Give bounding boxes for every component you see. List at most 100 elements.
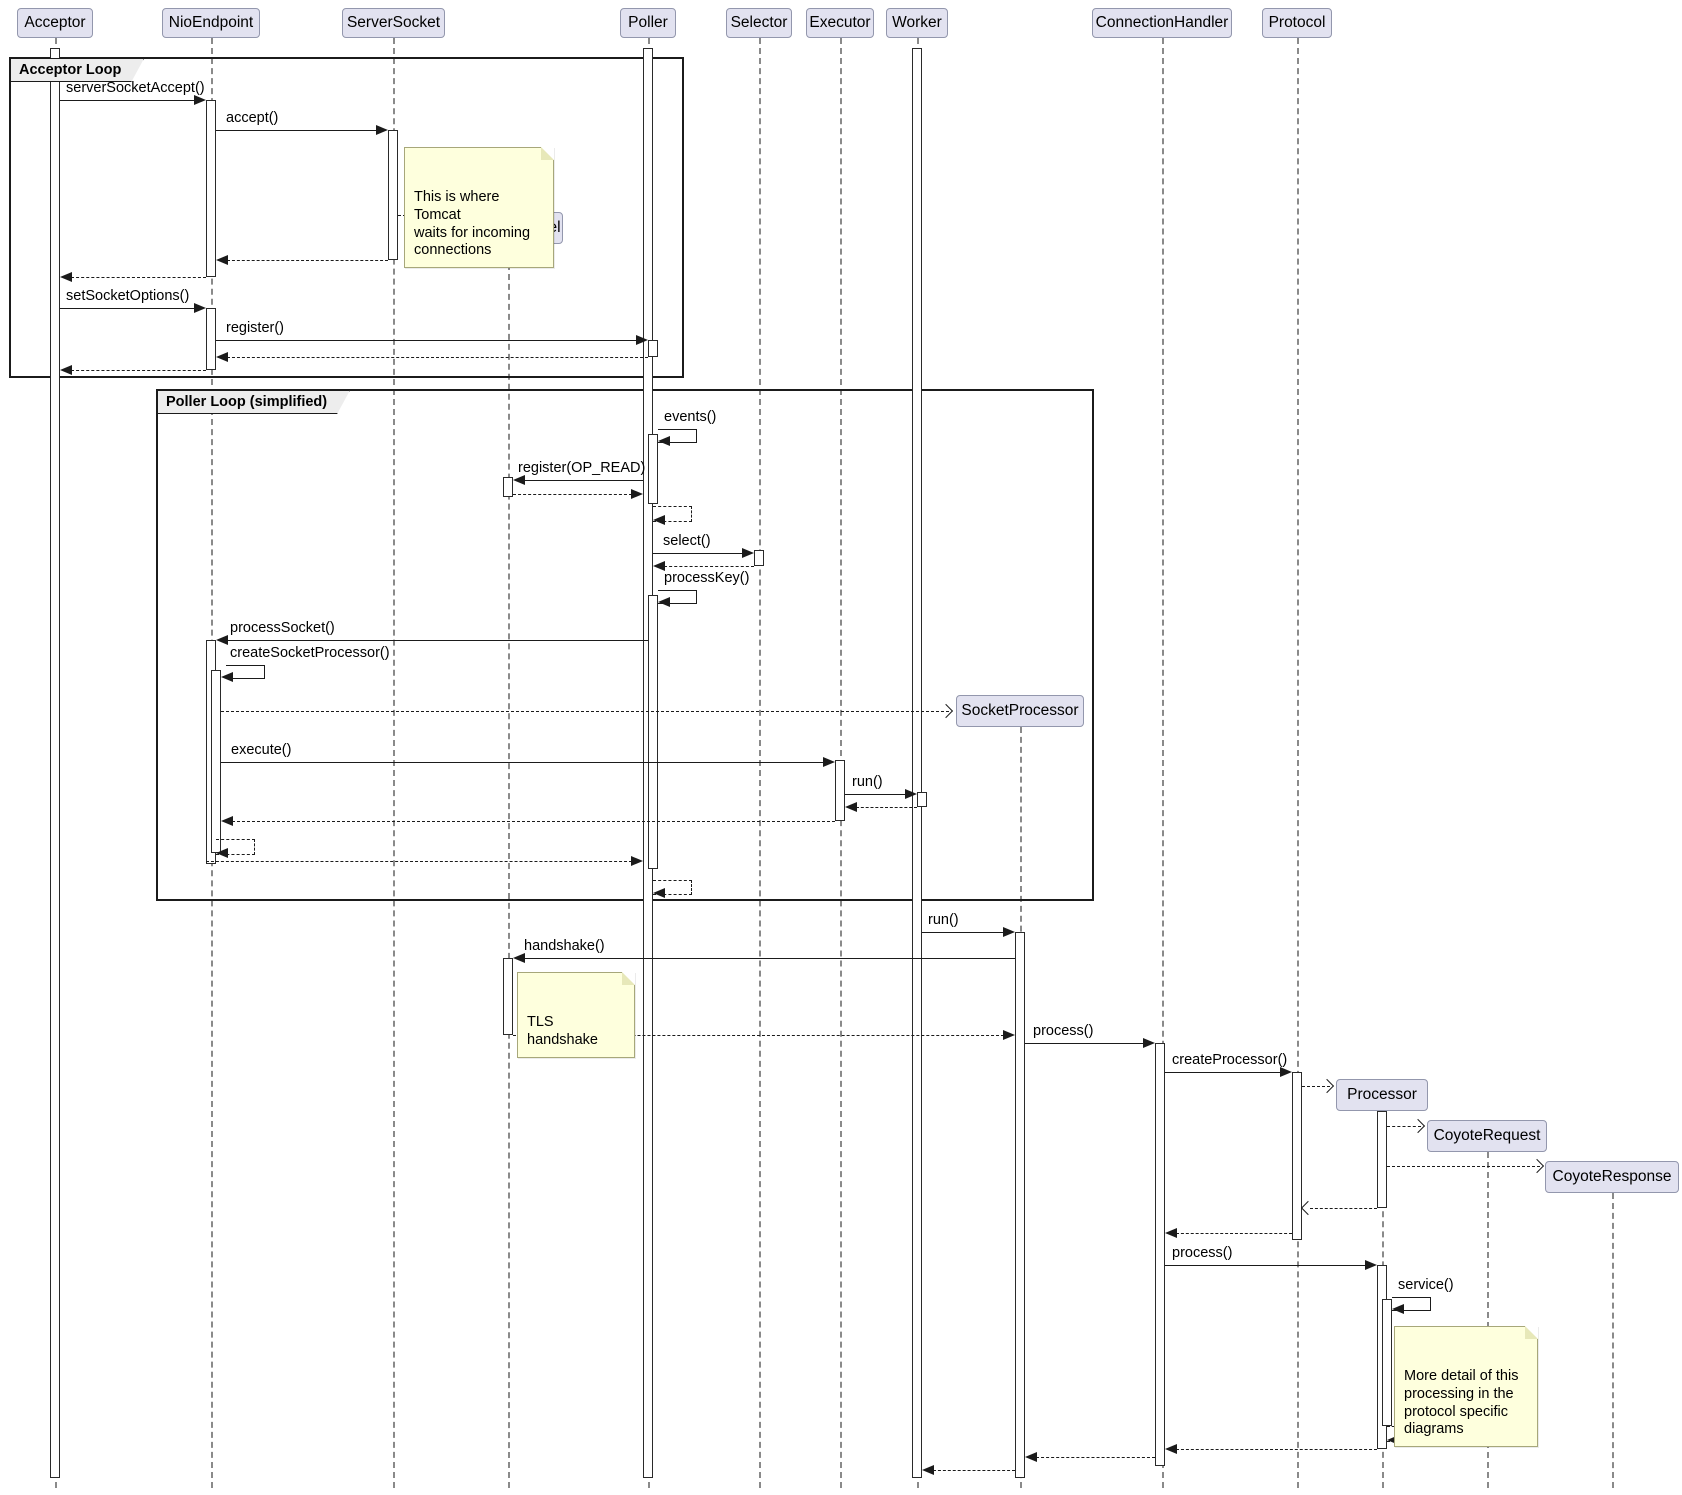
arrowhead <box>636 335 648 345</box>
note-text: More detail of this processing in the pr… <box>1404 1368 1518 1437</box>
note-tls-handshake: TLS handshake <box>517 972 635 1058</box>
arrowhead <box>513 475 525 485</box>
arrowhead <box>922 1465 934 1475</box>
arrow-processsocket <box>227 640 648 641</box>
frame-acceptor-loop-title: Acceptor Loop <box>10 58 144 82</box>
participant-serversocket: ServerSocket <box>342 8 445 38</box>
arrowhead <box>1143 1038 1155 1048</box>
arrowhead <box>194 303 206 313</box>
return-poller-nioendpoint <box>227 357 648 358</box>
arrowhead <box>631 489 643 499</box>
message-label: process() <box>1033 1023 1093 1039</box>
arrowhead-open <box>1411 1119 1425 1133</box>
object-processor: Processor <box>1336 1079 1428 1111</box>
arrowhead <box>60 365 72 375</box>
arrowhead <box>823 757 835 767</box>
participant-executor: Executor <box>806 8 874 38</box>
activation-poller-processkey <box>648 595 658 869</box>
message-label: execute() <box>231 742 291 758</box>
message-label: handshake() <box>524 938 605 954</box>
activation-connectionhandler <box>1155 1043 1165 1466</box>
return-processor-connectionhandler <box>1176 1449 1377 1450</box>
arrowhead <box>905 789 917 799</box>
arrow-execute <box>221 762 824 763</box>
arrowhead <box>1165 1228 1177 1238</box>
arrow-run-worker <box>845 794 906 795</box>
arrowhead <box>1003 1030 1015 1040</box>
arrowhead <box>1280 1067 1292 1077</box>
frame-acceptor-loop <box>9 57 684 378</box>
arrowhead <box>631 856 643 866</box>
return-socketprocessor-worker <box>933 1470 1015 1471</box>
arrow-handshake <box>524 958 1015 959</box>
arrow-setsocketoptions <box>60 308 195 309</box>
message-label: accept() <box>226 110 278 126</box>
message-label: setSocketOptions() <box>66 288 189 304</box>
return-nioendpoint-acceptor-2 <box>71 370 206 371</box>
activation-poller-events <box>648 434 658 504</box>
arrowhead <box>221 672 233 682</box>
lifeline-coyoteresponse <box>1612 1193 1614 1488</box>
activation-nioendpoint-accept <box>206 100 216 277</box>
note-fold-corner <box>622 972 635 985</box>
note-tomcat-waits: This is where Tomcat waits for incoming … <box>404 147 554 268</box>
arrowhead <box>845 802 857 812</box>
activation-worker-run <box>917 792 927 807</box>
arrow-create-coyoteresponse <box>1387 1166 1540 1167</box>
message-label: run() <box>928 912 959 928</box>
arrow-accept <box>216 130 377 131</box>
activation-serversocket <box>388 130 398 260</box>
return-executor-nioendpoint <box>232 821 835 822</box>
participant-worker: Worker <box>886 8 948 38</box>
arrowhead <box>221 816 233 826</box>
activation-processor-create <box>1377 1111 1387 1208</box>
frame-poller-loop-title: Poller Loop (simplified) <box>157 390 350 414</box>
message-label: register() <box>226 320 284 336</box>
activation-selector <box>754 550 764 566</box>
return-nioendpoint-poller <box>206 861 632 862</box>
activation-processor-service <box>1382 1299 1392 1426</box>
message-label: serverSocketAccept() <box>66 80 205 96</box>
activation-socketprocessor <box>1015 932 1025 1478</box>
lifeline-protocol <box>1297 38 1299 1488</box>
participant-acceptor: Acceptor <box>17 8 93 38</box>
message-label: createProcessor() <box>1172 1052 1287 1068</box>
activation-poller-register <box>648 340 658 357</box>
message-label: createSocketProcessor() <box>230 645 390 661</box>
activation-acceptor <box>50 48 60 1478</box>
message-label: process() <box>1172 1245 1232 1261</box>
participant-nioendpoint: NioEndpoint <box>162 8 260 38</box>
arrow-select <box>653 553 743 554</box>
arrowhead <box>653 888 665 898</box>
sequence-diagram: Acceptor Loop Poller Loop (simplified) s… <box>0 0 1682 1495</box>
arrowhead-open <box>1530 1159 1544 1173</box>
participant-protocol: Protocol <box>1262 8 1332 38</box>
message-label: service() <box>1398 1277 1454 1293</box>
activation-nioendpoint-setopts <box>206 308 216 370</box>
arrowhead <box>1025 1452 1037 1462</box>
return-socketchannel-poller <box>513 494 632 495</box>
arrowhead <box>216 255 228 265</box>
arrowhead <box>216 352 228 362</box>
activation-socketchannel-handshake <box>503 958 513 1035</box>
activation-protocol <box>1292 1072 1302 1240</box>
arrowhead <box>1165 1444 1177 1454</box>
arrowhead <box>658 597 670 607</box>
return-connectionhandler-socketprocessor <box>1036 1457 1155 1458</box>
object-socketprocessor: SocketProcessor <box>956 695 1084 727</box>
message-label: select() <box>663 533 711 549</box>
message-label: processSocket() <box>230 620 335 636</box>
arrowhead <box>513 953 525 963</box>
note-fold-corner <box>1525 1326 1538 1339</box>
arrowhead <box>1003 927 1015 937</box>
return-protocol-connectionhandler <box>1176 1233 1292 1234</box>
message-label: processKey() <box>664 570 749 586</box>
arrowhead <box>742 548 754 558</box>
arrowhead <box>194 95 206 105</box>
arrowhead <box>216 848 228 858</box>
arrow-process-processor <box>1165 1265 1366 1266</box>
arrow-register <box>216 340 637 341</box>
return-nioendpoint-acceptor <box>71 277 206 278</box>
arrow-register-opread <box>524 480 643 481</box>
arrow-createprocessor <box>1165 1072 1281 1073</box>
